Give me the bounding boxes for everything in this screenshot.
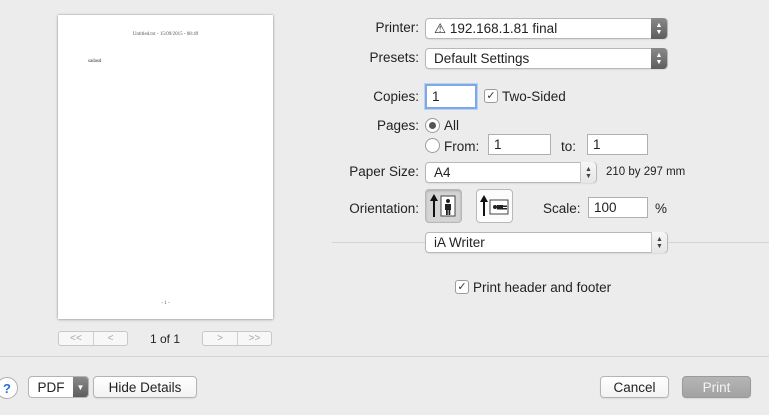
previous-page-button[interactable]: < xyxy=(93,332,127,345)
pages-to-label: to: xyxy=(561,139,577,154)
portrait-icon xyxy=(429,194,455,217)
chevron-down-icon: ▼ xyxy=(73,377,88,397)
presets-label: Presets: xyxy=(369,50,419,65)
print-button[interactable]: Print xyxy=(682,376,751,398)
last-page-button[interactable]: >> xyxy=(237,332,271,345)
landscape-icon xyxy=(479,195,508,216)
presets-value: Default Settings xyxy=(434,51,530,66)
preview-nav-forward: > >> xyxy=(202,331,272,346)
pages-all-radio[interactable] xyxy=(425,118,440,133)
paper-size-dimensions: 210 by 297 mm xyxy=(606,166,686,178)
printer-label: Printer: xyxy=(375,20,419,35)
page-count: 1 of 1 xyxy=(149,332,181,346)
pdf-menu-button[interactable]: PDF ▼ xyxy=(28,376,89,398)
hide-details-button[interactable]: Hide Details xyxy=(93,376,197,398)
popup-arrows-icon: ▲ ▼ xyxy=(651,18,667,39)
presets-popup[interactable]: Default Settings ▲ ▼ xyxy=(425,48,668,69)
portrait-orientation-button[interactable] xyxy=(425,189,462,223)
pdf-label: PDF xyxy=(37,379,65,395)
first-page-button[interactable]: << xyxy=(59,332,93,345)
header-footer-label: Print header and footer xyxy=(473,280,612,295)
orientation-label: Orientation: xyxy=(349,201,419,216)
preview-nav-back: << < xyxy=(58,331,128,346)
scale-label: Scale: xyxy=(543,201,581,216)
two-sided-label: Two-Sided xyxy=(502,89,566,104)
landscape-orientation-button[interactable] xyxy=(476,189,513,223)
printer-value: ⚠ 192.168.1.81 final xyxy=(434,20,558,36)
preview-header-text: Untitled.txt - 15/09/2015 - 08:49 xyxy=(132,32,199,37)
scale-percent: % xyxy=(655,201,668,216)
app-options-value: iA Writer xyxy=(434,235,485,250)
pages-all-label: All xyxy=(444,118,460,133)
copies-label: Copies: xyxy=(373,89,419,104)
footer-divider xyxy=(0,356,769,357)
printer-popup[interactable]: ⚠ 192.168.1.81 final ▲ ▼ xyxy=(425,18,668,39)
help-button[interactable]: ? xyxy=(0,377,18,399)
popup-arrows-icon: ▲ ▼ xyxy=(651,48,667,69)
copies-field[interactable]: 1 xyxy=(425,84,477,109)
scale-field[interactable]: 100 xyxy=(588,197,648,218)
two-sided-checkbox[interactable]: ✓ xyxy=(484,89,498,103)
pages-label: Pages: xyxy=(376,118,419,133)
preview-footer-text: - 1 - xyxy=(161,301,170,306)
next-page-button[interactable]: > xyxy=(203,332,237,345)
page-preview: Untitled.txt - 15/09/2015 - 08:49 sadasd… xyxy=(58,15,273,319)
pages-to-field[interactable]: 1 xyxy=(587,134,648,155)
paper-size-label: Paper Size: xyxy=(349,164,419,179)
popup-arrows-icon: ▲ ▼ xyxy=(580,162,596,183)
cancel-button[interactable]: Cancel xyxy=(600,376,669,398)
popup-arrows-icon: ▲ ▼ xyxy=(651,232,667,253)
header-footer-checkbox[interactable]: ✓ xyxy=(455,280,469,294)
preview-body-text: sadasd xyxy=(88,59,102,64)
paper-size-value: A4 xyxy=(434,165,451,180)
pages-from-label: From: xyxy=(444,139,480,154)
app-options-popup[interactable]: iA Writer ▲ ▼ xyxy=(425,232,668,253)
pages-from-radio[interactable] xyxy=(425,138,440,153)
paper-size-popup[interactable]: A4 ▲ ▼ xyxy=(425,162,597,183)
pages-from-field[interactable]: 1 xyxy=(488,134,551,155)
